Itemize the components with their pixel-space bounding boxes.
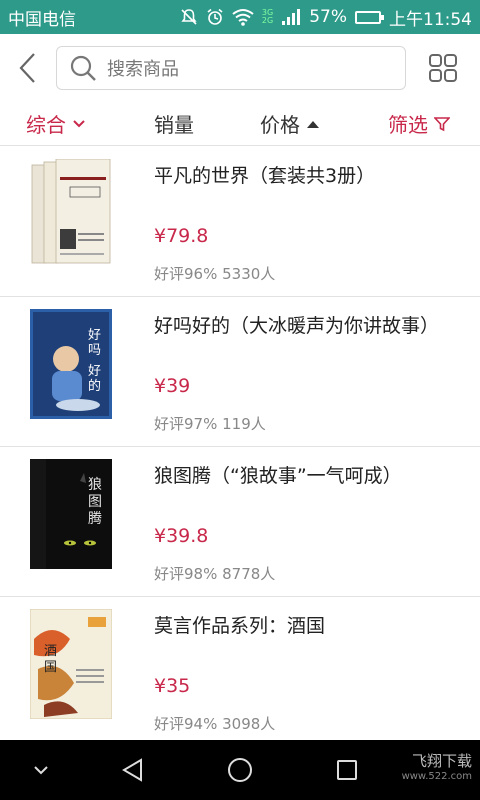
square-recents-icon [337, 760, 357, 780]
watermark-title: 飞翔下载 [411, 752, 472, 770]
search-header: 搜索商品 [0, 34, 480, 102]
sort-price-label: 价格 [260, 113, 300, 137]
back-nav-button[interactable] [108, 740, 158, 800]
watermark: 飞翔下载 www.522.com [402, 754, 472, 784]
product-title: 平凡的世界（套装共3册） [154, 165, 376, 187]
wifi-icon [232, 8, 254, 26]
product-item[interactable]: 狼图腾 狼图腾（“狼故事”一气呵成） ¥39.8 好评98% 8778人 [0, 447, 480, 597]
product-item[interactable]: 酒国 莫言作品系列：酒国 ¥35 好评94% 3098人 [0, 597, 480, 747]
product-price: ¥39.8 [154, 525, 209, 547]
book2-cover-text-1: 好吗 [88, 328, 101, 358]
book-cover-4: 酒国 [30, 609, 112, 719]
product-review: 好评96% 5330人 [154, 265, 276, 283]
chevron-down-icon [34, 766, 48, 775]
status-icons: 3G 2G 57% 上午11:54 [180, 5, 472, 30]
product-list: 平凡的世界（套装共3册） ¥79.8 好评96% 5330人 好吗 好的 好吗好… [0, 147, 480, 747]
sort-price[interactable]: 价格 [260, 102, 320, 146]
mute-icon [180, 8, 198, 26]
back-arrow-icon [19, 53, 35, 83]
screen: 中国电信 3G 2G 57% 上午11:54 搜索商品 综合 销量 价格 筛选 … [0, 0, 480, 800]
sort-sales-label: 销量 [154, 113, 194, 137]
book2-cover-text-2: 好的 [88, 364, 101, 394]
search-placeholder: 搜索商品 [107, 59, 179, 80]
watermark-url: www.522.com [401, 771, 472, 782]
search-icon [70, 55, 96, 81]
product-title: 莫言作品系列：酒国 [154, 615, 326, 637]
alarm-icon [206, 8, 224, 26]
book-cover-1 [30, 159, 112, 269]
product-price: ¥39 [154, 375, 191, 397]
grid-icon [429, 54, 457, 82]
book3-cover-text: 狼图腾 [88, 477, 102, 527]
back-button[interactable] [0, 34, 56, 102]
product-price: ¥35 [154, 675, 191, 697]
sort-sales[interactable]: 销量 [154, 102, 194, 146]
product-review: 好评97% 119人 [154, 415, 266, 433]
clock: 上午11:54 [389, 9, 472, 30]
network-type: 3G 2G [262, 9, 273, 25]
product-item[interactable]: 平凡的世界（套装共3册） ¥79.8 好评96% 5330人 [0, 147, 480, 297]
grid-view-button[interactable] [406, 34, 480, 102]
filter-icon [434, 116, 450, 131]
sort-comprehensive-label: 综合 [26, 113, 66, 137]
battery-percent: 57% [309, 7, 347, 27]
triangle-up-icon [307, 120, 319, 128]
product-title: 狼图腾（“狼故事”一气呵成） [154, 465, 402, 487]
product-price: ¥79.8 [154, 225, 209, 247]
sort-comprehensive[interactable]: 综合 [26, 102, 86, 146]
status-bar: 中国电信 3G 2G 57% 上午11:54 [0, 0, 480, 34]
sort-bar: 综合 销量 价格 筛选 [0, 102, 480, 146]
sort-filter-label: 筛选 [388, 113, 428, 137]
circle-home-icon [228, 758, 252, 782]
hide-nav-button[interactable] [24, 740, 58, 800]
product-item[interactable]: 好吗 好的 好吗好的（大冰暖声为你讲故事） ¥39 好评97% 119人 [0, 297, 480, 447]
book-cover-3: 狼图腾 [30, 459, 112, 569]
sort-filter[interactable]: 筛选 [388, 102, 450, 146]
battery-icon [355, 10, 384, 24]
product-title: 好吗好的（大冰暖声为你讲故事） [154, 315, 440, 337]
home-nav-button[interactable] [214, 740, 266, 800]
navigation-bar: 飞翔下载 www.522.com [0, 740, 480, 800]
search-input[interactable]: 搜索商品 [56, 46, 406, 90]
product-review: 好评98% 8778人 [154, 565, 276, 583]
triangle-back-icon [122, 758, 142, 782]
book-cover-2: 好吗 好的 [30, 309, 112, 419]
network-2g-label: 2G [261, 16, 274, 25]
book4-cover-text: 酒国 [44, 644, 57, 675]
carrier-label: 中国电信 [8, 9, 76, 30]
product-review: 好评94% 3098人 [154, 715, 276, 733]
recents-nav-button[interactable] [322, 740, 372, 800]
signal-icon [281, 8, 301, 26]
chevron-down-icon [73, 119, 85, 127]
